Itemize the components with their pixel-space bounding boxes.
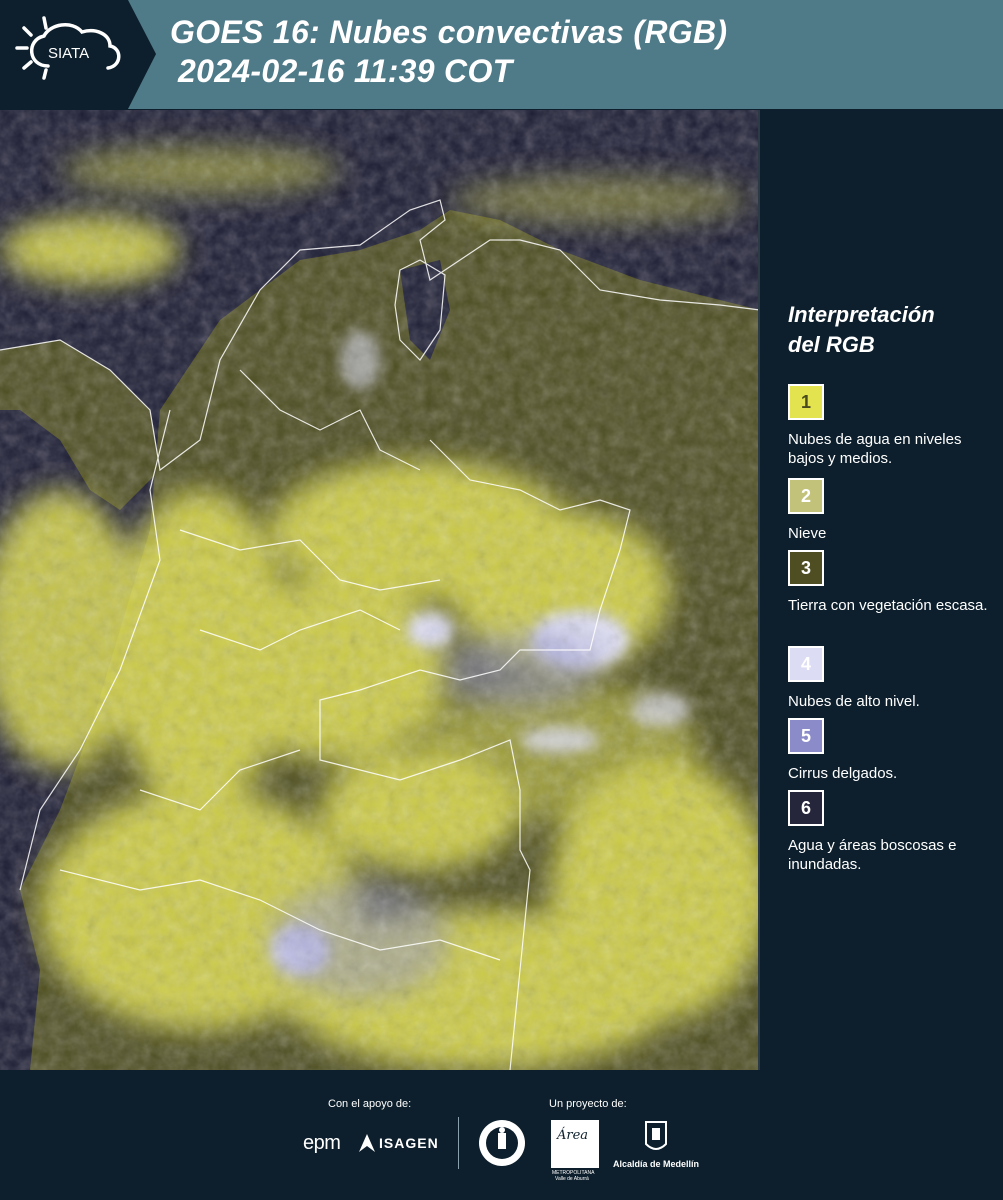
legend-item-4: 4 Nubes de alto nivel. (788, 646, 988, 711)
legend-number-4: 4 (800, 653, 811, 674)
page-title: GOES 16: Nubes convectivas (RGB) (170, 14, 728, 50)
header-bar: SIATA GOES 16: Nubes convectivas (RGB) 2… (0, 0, 1003, 109)
legend-title-line2: del RGB (788, 332, 875, 357)
legend-item-6: 6 Agua y áreas boscosas e inundadas. (788, 790, 988, 874)
siata-logo: SIATA (0, 0, 156, 109)
svg-text:SIATA: SIATA (48, 45, 89, 62)
isagen-logo: ISAGEN (379, 1135, 439, 1151)
legend-number-2: 2 (800, 485, 811, 506)
project-label: Un proyecto de: (549, 1098, 627, 1110)
legend-number-1: 1 (800, 391, 811, 412)
isagen-icon (358, 1132, 376, 1154)
alcaldia-crest-icon (643, 1118, 669, 1156)
legend-item-1: 1 Nubes de agua en niveles bajos y medio… (788, 384, 988, 468)
legend-number-6: 6 (800, 797, 811, 818)
legend-label-2: Nieve (788, 525, 827, 542)
area-metropolitana-logo: Área (551, 1120, 599, 1168)
legend-swatch-5: 5 (788, 718, 824, 754)
footer-divider (458, 1117, 459, 1169)
legend-label-1: Nubes de agua en niveles bajos y medios. (788, 431, 962, 467)
footer: Con el apoyo de: Un proyecto de: epm ISA… (0, 1070, 1003, 1200)
legend-label-5: Cirrus delgados. (788, 765, 898, 782)
alcaldia-label: Alcaldía de Medellín (613, 1159, 700, 1169)
legend-swatch-6: 6 (788, 790, 824, 826)
legend-swatch-2: 2 (788, 478, 824, 514)
legend-item-5: 5 Cirrus delgados. (788, 718, 988, 783)
legend-item-3: 3 Tierra con vegetación escasa. (788, 550, 988, 615)
satellite-map (0, 110, 760, 1070)
legend-title: Interpretación del RGB (788, 300, 988, 360)
medellin-seal-icon (477, 1118, 527, 1168)
legend-title-line1: Interpretación (788, 302, 935, 327)
timestamp-title: 2024-02-16 11:39 COT (178, 53, 513, 89)
support-label: Con el apoyo de: (328, 1098, 412, 1110)
legend-swatch-1: 1 (788, 384, 824, 420)
legend-label-3: Tierra con vegetación escasa. (788, 597, 988, 614)
area-script-text: Área (557, 1128, 589, 1143)
legend-item-2: 2 Nieve (788, 478, 988, 543)
legend-number-3: 3 (800, 557, 811, 578)
legend-swatch-3: 3 (788, 550, 824, 586)
legend-number-5: 5 (800, 725, 811, 746)
epm-logo: epm (303, 1132, 341, 1154)
legend-label-4: Nubes de alto nivel. (788, 693, 920, 710)
legend-label-6: Agua y áreas boscosas e inundadas. (788, 837, 957, 873)
legend-swatch-4: 4 (788, 646, 824, 682)
legend: Interpretación del RGB 1 Nubes de agua e… (788, 300, 993, 873)
area-metro-line2: Valle de Aburrá (555, 1176, 589, 1182)
